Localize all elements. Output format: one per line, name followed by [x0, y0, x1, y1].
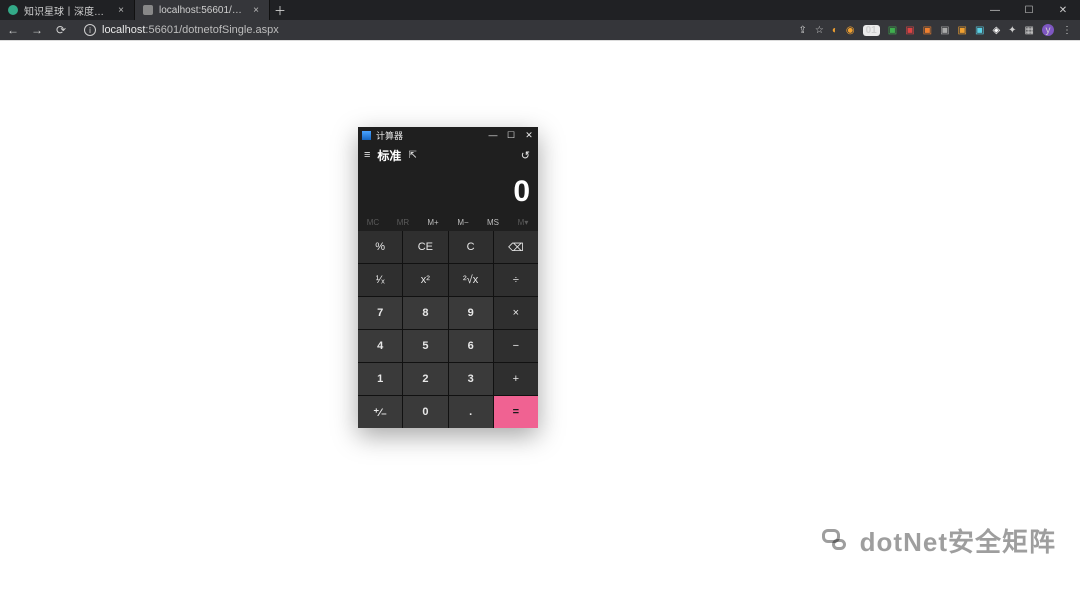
app-grid-icon[interactable]: ▦	[1025, 25, 1034, 36]
key-clear[interactable]: C	[449, 231, 493, 263]
key-multiply[interactable]: ×	[494, 297, 538, 329]
url-port: :56601	[145, 24, 179, 36]
chrome-menu-button[interactable]: ⋮	[1062, 25, 1072, 36]
window-maximize-button[interactable]: ☐	[1012, 0, 1046, 20]
memory-mdropdown: M▾	[508, 213, 538, 231]
calculator-display: 0	[358, 167, 538, 213]
nav-reload-button[interactable]: ⟳	[54, 23, 68, 37]
key-plus[interactable]: +	[494, 363, 538, 395]
key-backspace[interactable]: ⌫	[494, 231, 538, 263]
key-2[interactable]: 2	[403, 363, 447, 395]
memory-row: MCMRM+M−MSM▾	[358, 213, 538, 231]
mode-label: 标准	[377, 147, 401, 164]
key-1[interactable]: 1	[358, 363, 402, 395]
key-4[interactable]: 4	[358, 330, 402, 362]
site-info-icon[interactable]: i	[84, 24, 96, 36]
extension-icon[interactable]: ▣	[958, 25, 967, 36]
tab-title: localhost:56601/dotnetofSingl	[159, 5, 245, 16]
extension-icon[interactable]: ◈	[992, 25, 1000, 36]
url-text: localhost:56601/dotnetofSingle.aspx	[102, 24, 279, 36]
memory-mc: MC	[358, 213, 388, 231]
key-6[interactable]: 6	[449, 330, 493, 362]
key-clear-entry[interactable]: CE	[403, 231, 447, 263]
tab-title: 知识星球丨深度连接铁杆粉丝…	[24, 3, 110, 18]
calc-maximize-button[interactable]: ☐	[502, 127, 520, 143]
extension-icon[interactable]: ▣	[940, 25, 949, 36]
history-icon[interactable]: ↺	[521, 149, 530, 162]
calculator-window-controls: — ☐ ✕	[484, 127, 538, 143]
keep-on-top-icon[interactable]: ⇱	[408, 150, 416, 161]
key-grid: %CEC⌫ ¹⁄ₓx²²√x÷ 789× 456− 123+ ⁺⁄₋0.=	[358, 231, 538, 428]
key-8[interactable]: 8	[403, 297, 447, 329]
profile-avatar[interactable]: y	[1042, 24, 1054, 36]
window-minimize-button[interactable]: —	[978, 0, 1012, 20]
nav-back-button[interactable]: ←	[6, 23, 20, 37]
address-bar: ← → ⟳ i localhost:56601/dotnetofSingle.a…	[0, 20, 1080, 40]
key-reciprocal[interactable]: ¹⁄ₓ	[358, 264, 402, 296]
memory-m+[interactable]: M+	[418, 213, 448, 231]
key-0[interactable]: 0	[403, 396, 447, 428]
browser-tab-0[interactable]: 知识星球丨深度连接铁杆粉丝… ×	[0, 0, 135, 20]
tab-close-icon[interactable]: ×	[251, 5, 261, 16]
key-negate[interactable]: ⁺⁄₋	[358, 396, 402, 428]
toolbar-icons: ⇪ ☆ ◐ ◉ 01 ▣ ▣ ▣ ▣ ▣ ▣ ◈ ✦ ▦ y ⋮	[798, 20, 1076, 40]
key-3[interactable]: 3	[449, 363, 493, 395]
memory-ms[interactable]: MS	[478, 213, 508, 231]
favicon-icon	[143, 5, 153, 15]
key-divide[interactable]: ÷	[494, 264, 538, 296]
watermark: dotNet安全矩阵	[822, 522, 1056, 559]
content-divider	[0, 40, 1080, 41]
bookmark-star-icon[interactable]: ☆	[815, 25, 824, 36]
calc-close-button[interactable]: ✕	[520, 127, 538, 143]
key-5[interactable]: 5	[403, 330, 447, 362]
window-close-button[interactable]: ✕	[1046, 0, 1080, 20]
wechat-icon	[822, 527, 850, 555]
window-controls: — ☐ ✕	[978, 0, 1080, 20]
key-sqrt[interactable]: ²√x	[449, 264, 493, 296]
tab-close-icon[interactable]: ×	[116, 5, 126, 16]
key-9[interactable]: 9	[449, 297, 493, 329]
calculator-window: 计算器 — ☐ ✕ ≡ 标准 ⇱ ↺ 0 MCMRM+M−MSM▾ %CEC⌫ ¹…	[358, 127, 538, 428]
key-percent[interactable]: %	[358, 231, 402, 263]
calculator-mode-bar: ≡ 标准 ⇱ ↺	[358, 143, 538, 167]
browser-tab-1[interactable]: localhost:56601/dotnetofSingl ×	[135, 0, 270, 20]
key-decimal[interactable]: .	[449, 396, 493, 428]
key-square[interactable]: x²	[403, 264, 447, 296]
new-tab-button[interactable]: ＋	[270, 0, 290, 20]
url-path: /dotnetofSingle.aspx	[179, 24, 279, 36]
extension-icon[interactable]: ▣	[923, 25, 932, 36]
extension-badge[interactable]: 01	[863, 25, 880, 36]
favicon-icon	[8, 5, 18, 15]
extension-icon[interactable]: ◉	[846, 25, 855, 36]
url-host: localhost	[102, 24, 145, 36]
calc-minimize-button[interactable]: —	[484, 127, 502, 143]
watermark-text: dotNet安全矩阵	[860, 522, 1056, 559]
key-equals[interactable]: =	[494, 396, 538, 428]
key-7[interactable]: 7	[358, 297, 402, 329]
nav-forward-button[interactable]: →	[30, 23, 44, 37]
key-minus[interactable]: −	[494, 330, 538, 362]
extensions-puzzle-icon[interactable]: ✦	[1008, 25, 1016, 36]
memory-m−[interactable]: M−	[448, 213, 478, 231]
extension-icon[interactable]: ▣	[905, 25, 914, 36]
hamburger-menu-icon[interactable]: ≡	[364, 149, 370, 161]
browser-chrome: 知识星球丨深度连接铁杆粉丝… × localhost:56601/dotneto…	[0, 0, 1080, 40]
calculator-app-icon	[362, 131, 371, 140]
memory-mr: MR	[388, 213, 418, 231]
extension-icon[interactable]: ▣	[975, 25, 984, 36]
calculator-titlebar[interactable]: 计算器 — ☐ ✕	[358, 127, 538, 143]
tab-bar: 知识星球丨深度连接铁杆粉丝… × localhost:56601/dotneto…	[0, 0, 1080, 20]
extension-icon[interactable]: ▣	[888, 25, 897, 36]
extension-icon[interactable]: ◐	[832, 25, 838, 36]
calculator-title: 计算器	[376, 129, 403, 142]
share-icon[interactable]: ⇪	[798, 25, 806, 36]
